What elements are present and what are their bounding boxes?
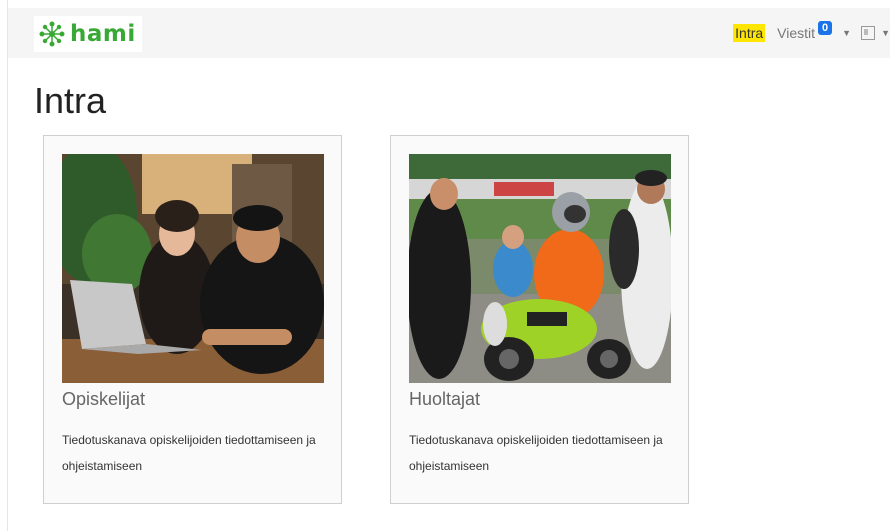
students-photo [62,154,324,383]
card-title[interactable]: Opiskelijat [62,389,145,410]
page-left-border [7,0,8,531]
card-image-guardians[interactable] [409,154,671,383]
language-flag-icon[interactable] [861,26,876,40]
chevron-down-icon[interactable]: ▼ [842,28,851,38]
card-description: Tiedotuskanava opiskelijoiden tiedottami… [62,433,316,473]
top-navbar: hami Intra Viestit 0 ▼ ▼ [8,8,890,58]
card-huoltajat[interactable]: Huoltajat Tiedotuskanava opiskelijoiden … [390,135,689,504]
viestit-label: Viestit [777,25,816,41]
brand-name: hami [70,21,136,47]
hami-flower-icon [39,21,65,47]
card-description: Tiedotuskanava opiskelijoiden tiedottami… [409,433,663,473]
nav-right: Intra Viestit 0 ▼ ▼ [733,8,890,58]
guardians-photo [409,154,671,383]
card-title[interactable]: Huoltajat [409,389,480,410]
message-count-badge: 0 [818,21,833,35]
nav-link-intra[interactable]: Intra [733,24,766,42]
card-image-students[interactable] [62,154,324,383]
chevron-down-icon[interactable]: ▼ [881,28,890,38]
nav-link-viestit[interactable]: Viestit 0 ▼ [777,21,851,41]
card-opiskelijat[interactable]: Opiskelijat Tiedotuskanava opiskelijoide… [43,135,342,504]
page-title: Intra [34,80,107,121]
hami-logo[interactable]: hami [34,16,142,52]
